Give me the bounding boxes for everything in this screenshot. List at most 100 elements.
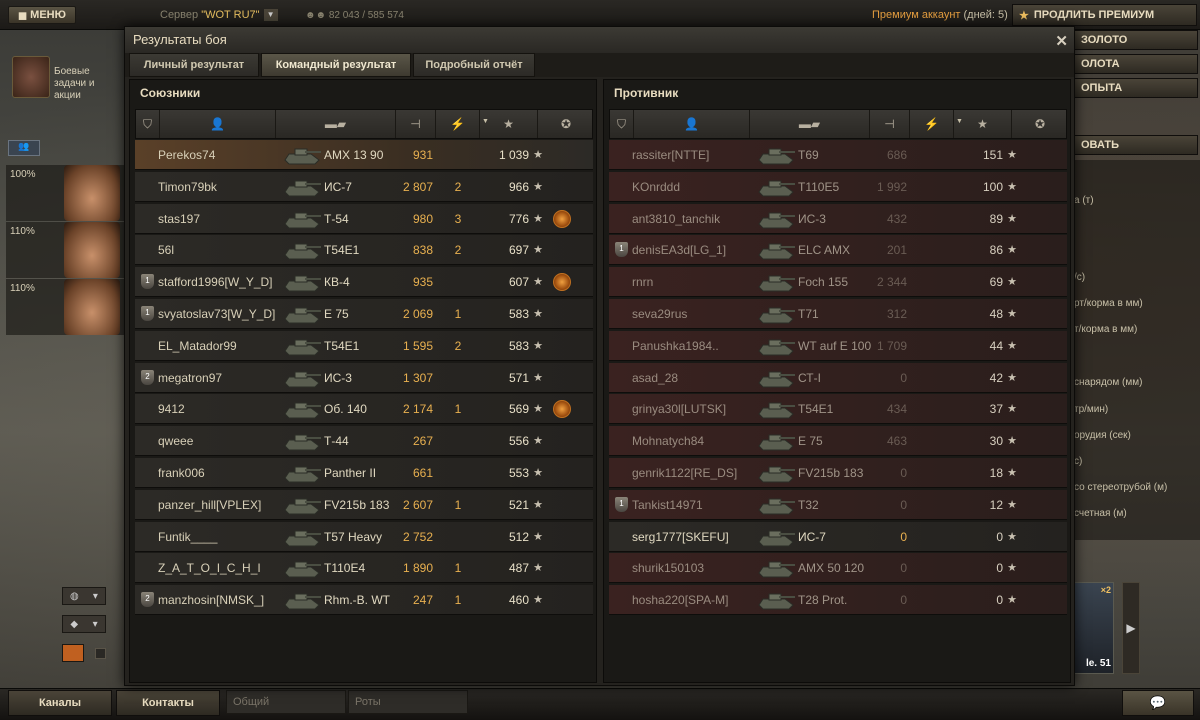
player-row[interactable]: Perekos74 AMX 13 90 931 1 039 ★ — [135, 140, 593, 170]
kills-column-icon[interactable]: ⚡ — [436, 110, 480, 138]
player-row[interactable]: rassiter[NTTE] T69 686 151 ★ — [609, 140, 1067, 170]
menu-button[interactable]: ◼ МЕНЮ — [8, 6, 76, 24]
carousel-next-arrow[interactable]: ▶ — [1122, 582, 1140, 674]
player-row[interactable]: rnrn Foch 155 2 344 69 ★ — [609, 267, 1067, 298]
player-row[interactable]: genrik1122[RE_DS] FV215b 183 0 18 ★ — [609, 458, 1067, 488]
damage-value: 432 — [886, 211, 907, 226]
missions-icon[interactable] — [12, 56, 50, 98]
kills-column-icon[interactable]: ⚡ — [910, 110, 954, 138]
medal-column-icon[interactable]: ✪ — [1012, 110, 1068, 138]
player-row[interactable]: KOnrddd T110E5 1 992 100 ★ — [609, 171, 1067, 202]
xp-column-icon[interactable]: ★ ▼ — [954, 110, 1012, 138]
damage-value: 2 174 — [402, 402, 433, 417]
tank-icon — [758, 212, 795, 229]
tab-team[interactable]: Командный результат — [261, 53, 411, 77]
damage-column-icon[interactable]: ⊣ — [396, 110, 436, 138]
gold-button[interactable]: ЗОЛОТО — [1072, 30, 1198, 50]
player-row[interactable]: 1 stafford1996[W_Y_D] КВ-4 935 607 ★ — [135, 267, 593, 298]
damage-column-icon[interactable]: ⊣ — [870, 110, 910, 138]
medal-column-icon[interactable]: ✪ — [538, 110, 594, 138]
exchange-xp-button[interactable]: ОПЫТА — [1072, 78, 1198, 98]
kills-value: 1 — [454, 561, 462, 576]
chevron-down-icon[interactable]: ▼ — [263, 9, 278, 22]
player-row[interactable]: Mohnatych84 E 75 463 30 ★ — [609, 426, 1067, 457]
general-chat-tab[interactable]: Общий — [226, 690, 346, 714]
player-row[interactable]: 56l T54E1 838 2 697 ★ — [135, 235, 593, 266]
player-row[interactable]: Timon79bk ИС-7 2 807 2 966 ★ — [135, 171, 593, 202]
companies-tab[interactable]: Роты — [348, 690, 468, 714]
tank-carousel-card[interactable]: ×2 le. 51 — [1072, 582, 1114, 674]
medal-icon[interactable] — [553, 209, 571, 228]
star-icon: ★ — [533, 498, 543, 511]
damage-value: 1 595 — [402, 338, 433, 353]
globe-filter[interactable]: ◍ ▾ — [62, 587, 106, 605]
stat-line: т/корма в мм) — [1074, 324, 1138, 335]
star-icon: ★ — [1007, 594, 1017, 607]
tank-name: WT auf E 100 — [798, 338, 872, 353]
prolong-premium-button[interactable]: ★ ПРОДЛИТЬ ПРЕМИУМ — [1012, 4, 1197, 26]
player-row[interactable]: frank006 Panther II 661 553 ★ — [135, 458, 593, 488]
crew-member[interactable]: 110% — [6, 279, 126, 335]
player-row[interactable]: Z_A_T_O_I_C_H_I T110E4 1 890 1 487 ★ — [135, 553, 593, 584]
badge-column-icon[interactable]: ⛉ — [610, 110, 634, 138]
player-row[interactable]: panzer_hill[VPLEX] FV215b 183 2 607 1 521 ★ — [135, 489, 593, 520]
player-name: panzer_hill[VPLEX] — [158, 497, 262, 512]
xp-value: 512 — [508, 529, 529, 544]
player-column-icon[interactable]: 👤 — [160, 110, 276, 138]
player-row[interactable]: ant3810_tanchik ИС-3 432 89 ★ — [609, 203, 1067, 234]
tank-column-icon[interactable]: ▬▰ — [750, 110, 870, 138]
enemies-panel: Противник ⛉ 👤 ▬▰ ⊣ ⚡ ★ ▼ ✪ rassiter[NTTE]… — [603, 79, 1071, 683]
crew-member[interactable]: 110% — [6, 222, 126, 278]
close-icon[interactable]: ✕ — [1055, 29, 1068, 55]
research-button[interactable]: ОВАТЬ — [1072, 135, 1198, 155]
player-row[interactable]: 9412 Об. 140 2 174 1 569 ★ — [135, 394, 593, 425]
medal-icon[interactable] — [553, 273, 571, 292]
player-row[interactable]: 1 denisEA3d[LG_1] ELC AMX 201 86 ★ — [609, 235, 1067, 266]
tank-name: T28 Prot. — [798, 593, 848, 608]
player-row[interactable]: Panushka1984.. WT auf E 100 1 709 44 ★ — [609, 330, 1067, 361]
server-selector[interactable]: Сервер "WOT RU7" ▼ — [160, 9, 278, 22]
star-icon: ★ — [1007, 339, 1017, 352]
tank-icon — [758, 275, 795, 292]
star-icon: ★ — [533, 149, 543, 161]
xp-column-icon[interactable]: ★ ▼ — [480, 110, 538, 138]
player-row[interactable]: 1 svyatoslav73[W_Y_D] E 75 2 069 1 583 ★ — [135, 299, 593, 329]
missions-label[interactable]: Боевые задачи и акции — [54, 66, 122, 102]
tab-personal[interactable]: Личный результат — [129, 53, 259, 77]
player-row[interactable]: 2 megatron97 ИС-3 1 307 571 ★ — [135, 362, 593, 393]
tank-column-icon[interactable]: ▬▰ — [276, 110, 396, 138]
player-row[interactable]: shurik150103 AMX 50 120 0 0 ★ — [609, 553, 1067, 584]
player-row[interactable]: seva29rus T71 312 48 ★ — [609, 299, 1067, 329]
player-row[interactable]: Funtik____ T57 Heavy 2 752 512 ★ — [135, 521, 593, 552]
medal-icon[interactable] — [553, 400, 571, 419]
player-row[interactable]: stas197 Т-54 980 3 776 ★ — [135, 203, 593, 234]
crew-member[interactable]: 100% — [6, 165, 126, 221]
player-name: denisEA3d[LG_1] — [632, 243, 727, 258]
kills-value: 1 — [454, 593, 462, 608]
player-row[interactable]: EL_Matador99 T54E1 1 595 2 583 ★ — [135, 330, 593, 361]
contacts-button[interactable]: Контакты — [116, 690, 220, 716]
exchange-gold-button[interactable]: ОЛОТА — [1072, 54, 1198, 74]
player-row[interactable]: qweee Т-44 267 556 ★ — [135, 426, 593, 457]
channels-button[interactable]: Каналы — [8, 690, 112, 716]
player-name: serg1777[SKEFU] — [632, 529, 729, 544]
player-row[interactable]: grinya30l[LUTSK] T54E1 434 37 ★ — [609, 394, 1067, 425]
badge-column-icon[interactable]: ⛉ — [136, 110, 160, 138]
player-row[interactable]: serg1777[SKEFU] ИС-7 0 0 ★ — [609, 521, 1067, 552]
chat-icon[interactable]: 💬 — [1122, 690, 1194, 716]
type-filter[interactable]: ◆ ▾ — [62, 615, 106, 633]
crew-icon[interactable]: 👥 — [8, 140, 40, 156]
player-row[interactable]: hosha220[SPA-M] T28 Prot. 0 0 ★ — [609, 585, 1067, 616]
tank-name: AMX 13 90 — [324, 148, 384, 162]
xp-value: 69 — [989, 275, 1003, 290]
tank-name: ELC AMX — [798, 243, 851, 258]
star-icon: ★ — [533, 467, 543, 479]
filter-checkbox[interactable] — [95, 648, 106, 659]
player-name: Tankist14971 — [632, 497, 703, 512]
player-column-icon[interactable]: 👤 — [634, 110, 750, 138]
tab-detailed[interactable]: Подробный отчёт — [413, 53, 535, 77]
player-row[interactable]: asad_28 СТ-I 0 42 ★ — [609, 362, 1067, 393]
player-row[interactable]: 2 manzhosin[NMSK_] Rhm.-B. WT 247 1 460 ★ — [135, 585, 593, 616]
shell-icon[interactable] — [62, 644, 84, 662]
player-row[interactable]: 1 Tankist14971 T32 0 12 ★ — [609, 489, 1067, 520]
